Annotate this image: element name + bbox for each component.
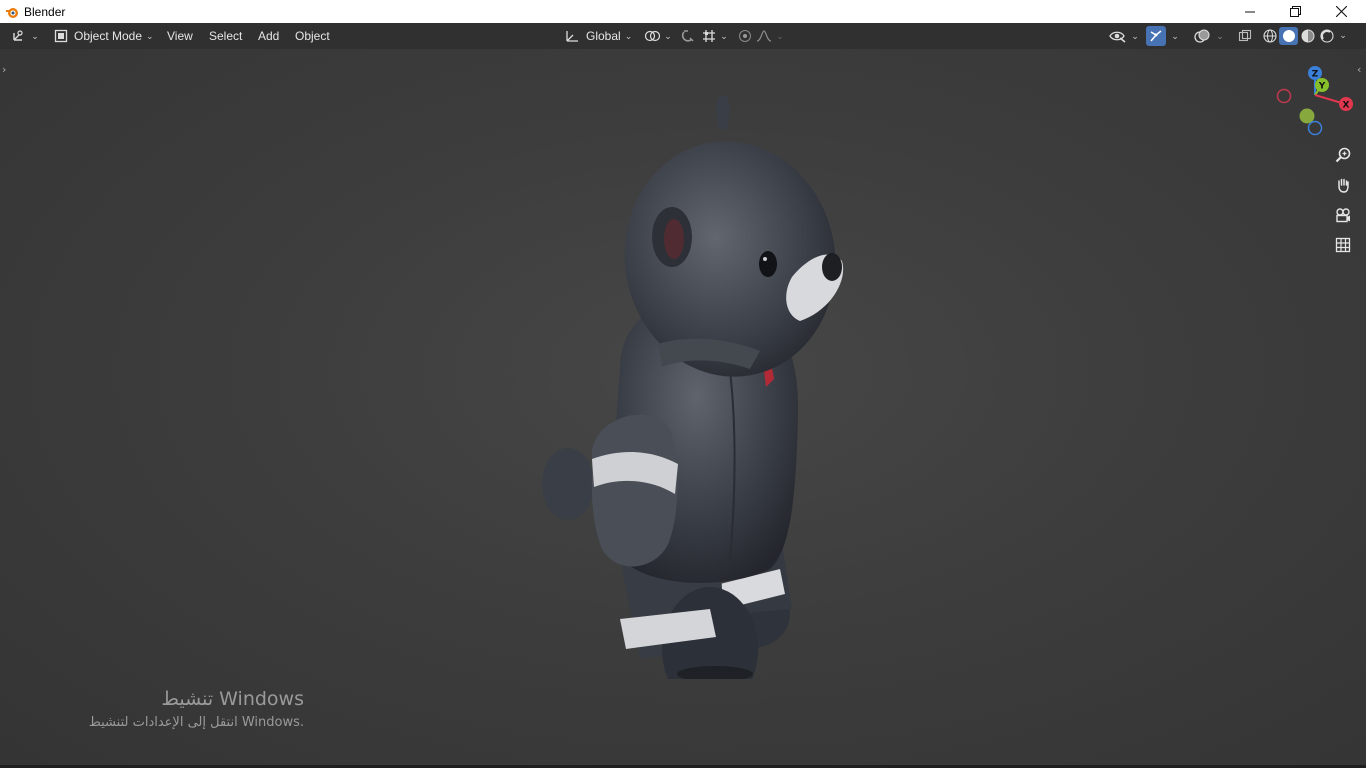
overlay-dropdown[interactable]: ⌄: [1212, 26, 1228, 46]
xray-toggle-icon: [1238, 29, 1252, 42]
minimize-icon: [1245, 11, 1255, 12]
toolbar-expand-icon[interactable]: ›: [2, 63, 6, 76]
pivot-point-dropdown[interactable]: ⌄: [643, 26, 673, 46]
axis-y-label: Y: [1318, 82, 1326, 92]
windows-activation-subtitle: انتقل إلى الإعدادات لتنشيط Windows.: [88, 715, 304, 730]
axis-x-label: X: [1343, 101, 1350, 111]
mode-dropdown[interactable]: Object Mode ⌄: [48, 26, 160, 46]
proportional-editing-toggle[interactable]: [736, 26, 754, 46]
viewport-header: ⌄ Object Mode ⌄ View Select Add Object G…: [0, 23, 1366, 49]
3d-viewport[interactable]: › ‹ Z Y X تنشيط Windows انتقل إلى الإعدا…: [0, 49, 1366, 765]
restore-button[interactable]: [1272, 0, 1318, 23]
chevron-down-icon: ⌄: [624, 30, 633, 41]
shading-wireframe-button[interactable]: [1260, 27, 1279, 45]
transform-orientation-label: Global: [586, 29, 621, 43]
shading-solid-button[interactable]: [1279, 27, 1298, 45]
shading-dropdown[interactable]: ⌄: [1336, 27, 1350, 45]
rendered-sphere-icon: [1319, 29, 1334, 43]
selectability-visibility-icon: [1109, 31, 1126, 43]
editor-type-button[interactable]: ⌄: [10, 26, 40, 46]
axis-neg-z-handle: [1307, 120, 1323, 136]
chevron-down-icon: ⌄: [776, 30, 784, 41]
pivot-point-icon: [645, 30, 661, 42]
menu-object[interactable]: Object: [289, 26, 336, 46]
chevron-down-icon: ⌄: [720, 30, 728, 41]
menu-select-label: Select: [209, 29, 243, 43]
minimize-button[interactable]: [1227, 0, 1273, 23]
snap-toggle[interactable]: [678, 26, 698, 46]
shading-material-preview-button[interactable]: [1298, 27, 1317, 45]
teddy-bear-model[interactable]: [530, 89, 870, 679]
overlay-toggle[interactable]: [1192, 26, 1212, 46]
chevron-down-icon: ⌄: [664, 30, 672, 41]
snap-increment-icon: [703, 30, 716, 42]
gizmo-toggle[interactable]: [1146, 26, 1166, 46]
overlay-toggle-icon: [1194, 29, 1210, 43]
snap-magnet-icon: [681, 30, 694, 42]
camera-view-icon: [1336, 208, 1350, 223]
chevron-down-icon: ⌄: [1339, 31, 1347, 41]
shading-rendered-button[interactable]: [1317, 27, 1336, 45]
xray-toggle[interactable]: [1236, 26, 1254, 46]
pan-button[interactable]: [1331, 173, 1355, 197]
orthographic-grid-icon: [1335, 237, 1351, 253]
orientation-axes-icon: [566, 31, 578, 42]
menu-object-label: Object: [295, 29, 330, 43]
chevron-down-icon: ⌄: [1216, 30, 1224, 41]
transform-orientation-dropdown[interactable]: Global ⌄: [558, 26, 638, 46]
windows-activation-title: تنشيط Windows: [161, 688, 304, 710]
zoom-icon: [1335, 147, 1351, 163]
menu-select[interactable]: Select: [203, 26, 248, 46]
close-icon: [1335, 6, 1347, 17]
falloff-curve-icon: [757, 30, 772, 42]
gizmo-toggle-icon: [1150, 30, 1162, 42]
camera-view-button[interactable]: [1331, 203, 1355, 227]
menu-add[interactable]: Add: [252, 26, 285, 46]
blender-logo-icon: [6, 7, 18, 18]
wireframe-sphere-icon: [1262, 29, 1277, 43]
axis-neg-x-handle: [1276, 88, 1292, 104]
proportional-editing-icon: [739, 30, 751, 42]
restore-icon: [1289, 6, 1301, 17]
object-mode-icon: [54, 29, 68, 43]
mode-label: Object Mode: [74, 29, 143, 43]
chevron-down-icon: ⌄: [146, 30, 154, 41]
chevron-down-icon: ⌄: [31, 30, 39, 41]
editor-type-3d-viewport-icon: [13, 30, 23, 41]
close-button[interactable]: [1318, 0, 1364, 23]
snap-target-dropdown[interactable]: ⌄: [700, 26, 730, 46]
shading-mode-group: ⌄: [1260, 27, 1350, 45]
chevron-down-icon: ⌄: [1171, 30, 1179, 41]
menu-view[interactable]: View: [161, 26, 199, 46]
window-titlebar: Blender: [0, 0, 1366, 23]
zoom-button[interactable]: [1331, 143, 1355, 167]
pan-hand-icon: [1338, 178, 1349, 193]
gizmo-dropdown[interactable]: ⌄: [1167, 26, 1183, 46]
menu-add-label: Add: [258, 29, 280, 43]
solid-sphere-icon: [1282, 30, 1295, 42]
proportional-falloff-dropdown[interactable]: ⌄: [756, 26, 784, 46]
window-title: Blender: [24, 4, 66, 19]
material-sphere-icon: [1301, 29, 1314, 43]
selectability-visibility-dropdown[interactable]: ⌄: [1108, 26, 1140, 46]
ortho-toggle-button[interactable]: [1331, 233, 1355, 257]
navigation-gizmo[interactable]: Z Y X: [1270, 63, 1360, 143]
menu-view-label: View: [167, 29, 193, 43]
chevron-down-icon: ⌄: [1131, 30, 1139, 41]
axis-neg-y-handle: [1299, 108, 1315, 124]
axis-z-label: Z: [1312, 70, 1319, 80]
